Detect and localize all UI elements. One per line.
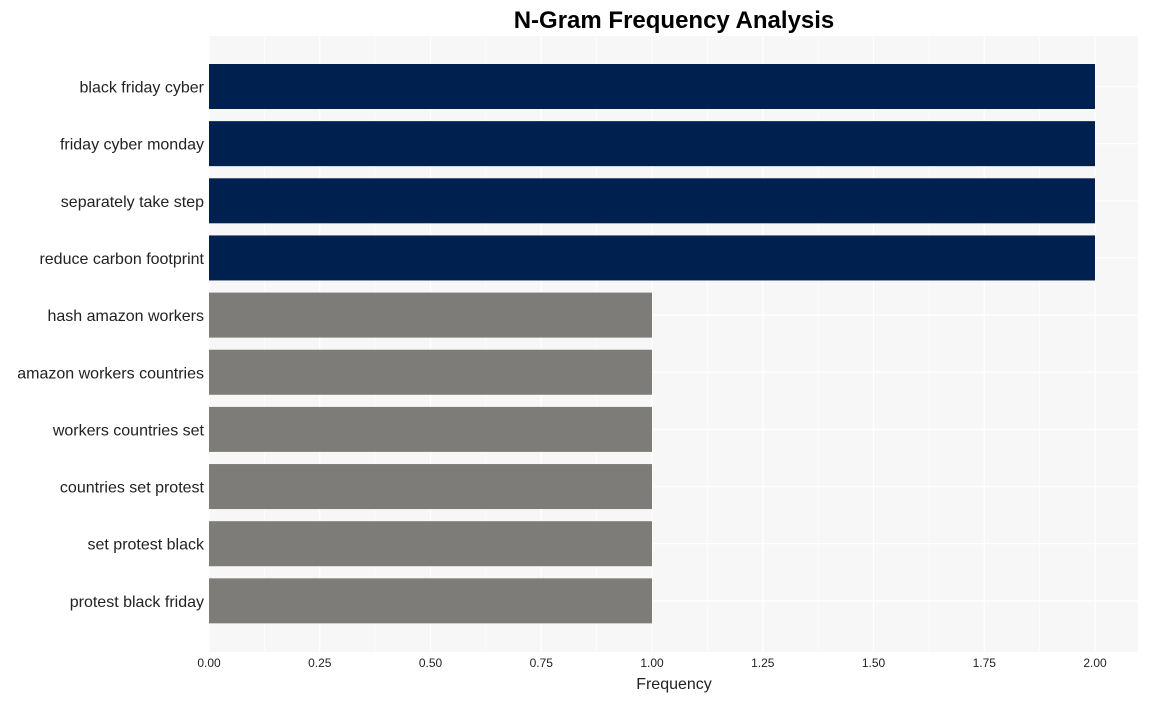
category-labels: black friday cyber friday cyber monday sep…	[17, 80, 205, 611]
x-tick-labels: 0.00 0.25 0.50 0.75 1.00 1.25 1.50 1.75 2.00	[197, 656, 1107, 670]
x-axis-label: Frequency	[636, 676, 712, 693]
bar	[209, 578, 652, 624]
bar	[209, 464, 652, 510]
bar	[209, 406, 652, 452]
bar	[209, 235, 1095, 281]
category-label: workers countries set	[52, 422, 205, 439]
bar	[209, 178, 1095, 224]
category-label: set protest black	[88, 537, 206, 554]
bar	[209, 349, 652, 395]
x-tick-label: 0.00	[197, 656, 221, 670]
x-tick-label: 0.50	[419, 656, 443, 670]
category-label: reduce carbon footprint	[39, 251, 204, 268]
category-label: protest black friday	[70, 594, 204, 611]
bar	[209, 521, 652, 567]
category-label: friday cyber monday	[60, 137, 204, 154]
category-label: hash amazon workers	[47, 308, 204, 325]
bar	[209, 292, 652, 338]
chart-title: N-Gram Frequency Analysis	[514, 7, 835, 34]
x-tick-label: 1.00	[640, 656, 664, 670]
x-tick-label: 2.00	[1083, 656, 1107, 670]
x-tick-label: 0.25	[308, 656, 332, 670]
x-tick-label: 0.75	[530, 656, 554, 670]
x-tick-label: 1.25	[751, 656, 775, 670]
category-label: countries set protest	[60, 480, 205, 497]
bar	[209, 121, 1095, 167]
category-label: amazon workers countries	[17, 365, 204, 382]
ngram-chart: black friday cyber friday cyber monday sep…	[17, 7, 1138, 693]
category-label: separately take step	[61, 194, 204, 211]
x-tick-label: 1.50	[862, 656, 886, 670]
category-label: black friday cyber	[80, 80, 205, 97]
bar	[209, 64, 1095, 109]
x-tick-label: 1.75	[973, 656, 997, 670]
